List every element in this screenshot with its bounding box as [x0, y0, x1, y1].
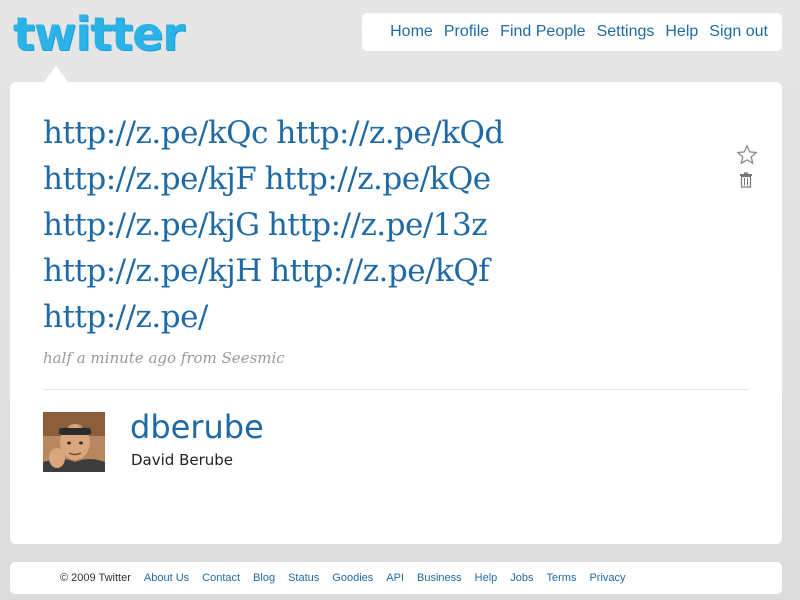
tweet-link[interactable]: http://z.pe/ — [43, 299, 208, 335]
footer-link-status[interactable]: Status — [288, 572, 319, 584]
footer-link-about-us[interactable]: About Us — [144, 572, 189, 584]
tweet-link[interactable]: http://z.pe/kjG — [43, 207, 260, 243]
nav-sign-out[interactable]: Sign out — [709, 23, 768, 41]
footer-link-jobs[interactable]: Jobs — [510, 572, 533, 584]
trash-icon[interactable] — [739, 172, 753, 188]
footer-link-privacy[interactable]: Privacy — [589, 572, 625, 584]
footer-link-business[interactable]: Business — [417, 572, 462, 584]
tweet-link[interactable]: http://z.pe/kQc — [43, 115, 268, 151]
footer-link-blog[interactable]: Blog — [253, 572, 275, 584]
card-pointer — [44, 66, 68, 82]
nav-help[interactable]: Help — [665, 23, 698, 41]
tweet-card: http://z.pe/kQc http://z.pe/kQd http://z… — [10, 82, 782, 544]
author-full-name: David Berube — [131, 451, 234, 469]
footer-link-goodies[interactable]: Goodies — [332, 572, 373, 584]
nav-settings[interactable]: Settings — [597, 23, 655, 41]
star-icon[interactable] — [736, 144, 758, 166]
author-username[interactable]: dberube — [130, 408, 264, 446]
tweet-link[interactable]: http://z.pe/kQf — [270, 253, 490, 289]
tweet-text: http://z.pe/kQc http://z.pe/kQd http://z… — [43, 110, 683, 340]
footer-link-help[interactable]: Help — [475, 572, 498, 584]
nav-home[interactable]: Home — [390, 23, 433, 41]
footer: © 2009 Twitter About Us Contact Blog Sta… — [10, 562, 782, 594]
divider — [43, 389, 749, 390]
tweet-link[interactable]: http://z.pe/13z — [268, 207, 488, 243]
tweet-link[interactable]: http://z.pe/kjH — [43, 253, 262, 289]
footer-copyright: © 2009 Twitter — [60, 572, 131, 584]
avatar[interactable] — [43, 412, 105, 472]
tweet-link[interactable]: http://z.pe/kjF — [43, 161, 257, 197]
footer-link-terms[interactable]: Terms — [547, 572, 577, 584]
twitter-logo[interactable]: twitter — [13, 8, 185, 60]
tweet-link[interactable]: http://z.pe/kQe — [265, 161, 491, 197]
tweet-link[interactable]: http://z.pe/kQd — [276, 115, 504, 151]
nav-profile[interactable]: Profile — [444, 23, 489, 41]
nav-find-people[interactable]: Find People — [500, 23, 585, 41]
footer-link-api[interactable]: API — [386, 572, 404, 584]
footer-link-contact[interactable]: Contact — [202, 572, 240, 584]
tweet-timestamp[interactable]: half a minute ago from Seesmic — [43, 349, 285, 367]
top-nav: Home Profile Find People Settings Help S… — [362, 13, 782, 51]
